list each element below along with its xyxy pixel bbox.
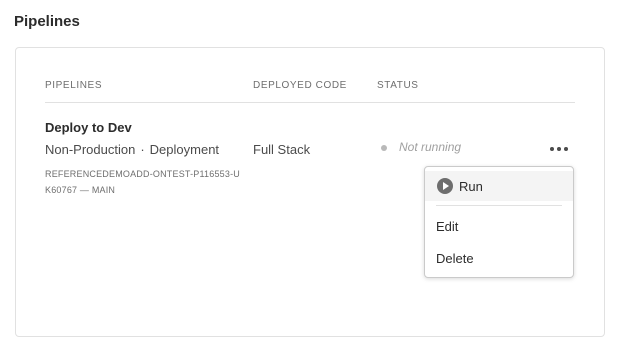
- pipeline-branch: REFERENCEDEMOADD-ONTEST-P116553-UK60767 …: [45, 169, 240, 195]
- menu-item-run-label: Run: [459, 178, 483, 194]
- menu-item-run[interactable]: Run: [425, 171, 573, 201]
- pipeline-type: Non-Production · Deployment: [45, 142, 219, 157]
- menu-item-edit[interactable]: Edit: [425, 211, 573, 241]
- table-header-divider: [45, 102, 575, 103]
- more-actions-button[interactable]: [545, 139, 573, 159]
- column-header-status: STATUS: [377, 80, 419, 91]
- menu-item-delete-label: Delete: [436, 250, 474, 266]
- menu-divider: [436, 205, 562, 206]
- menu-item-edit-label: Edit: [436, 218, 459, 234]
- column-header-pipelines: PIPELINES: [45, 80, 103, 91]
- pipeline-kind: Deployment: [149, 142, 220, 157]
- status-text: Not running: [399, 140, 462, 154]
- more-horizontal-icon: [550, 147, 554, 151]
- menu-item-delete[interactable]: Delete: [425, 243, 573, 273]
- play-circle-icon: [437, 178, 453, 194]
- actions-menu: Run Edit Delete: [424, 166, 574, 278]
- column-header-deployed-code: DEPLOYED CODE: [253, 80, 347, 91]
- pipeline-environment: Non-Production: [45, 142, 136, 157]
- status-dot-icon: [381, 145, 387, 151]
- more-horizontal-icon-dot: [564, 147, 568, 151]
- pipeline-type-separator: ·: [140, 142, 145, 157]
- page-title: Pipelines: [14, 13, 80, 30]
- pipeline-name: Deploy to Dev: [45, 120, 132, 135]
- more-horizontal-icon-dot: [557, 147, 561, 151]
- deployed-code-value: Full Stack: [253, 142, 311, 157]
